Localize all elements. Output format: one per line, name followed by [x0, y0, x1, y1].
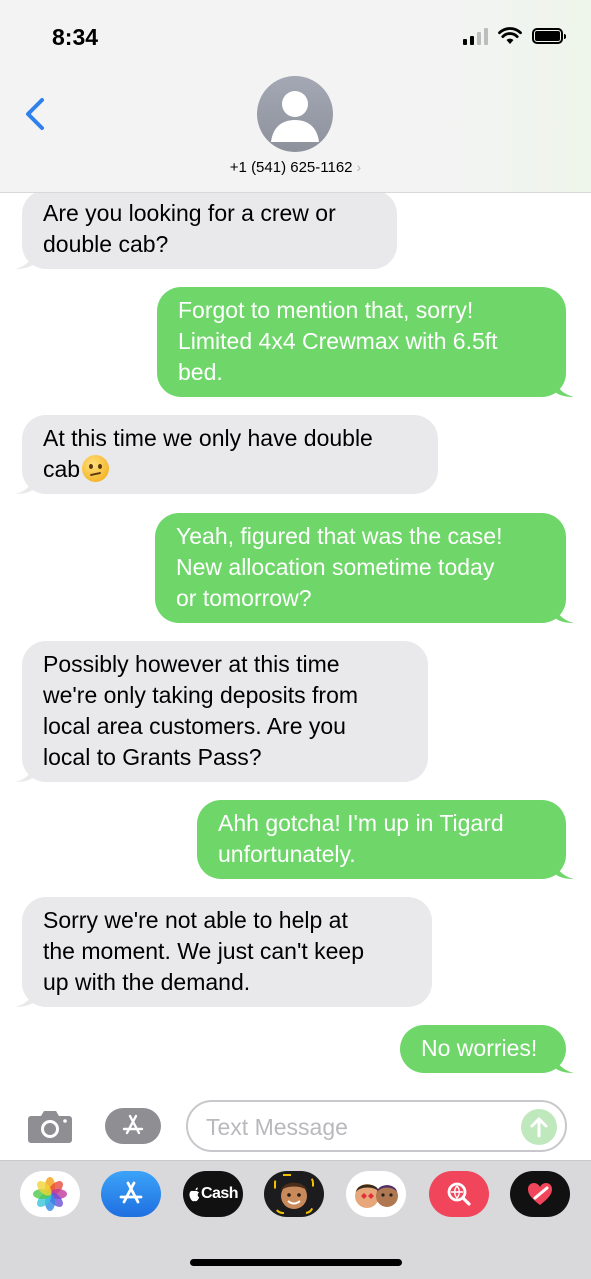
- message-text-line: New allocation sometime today: [176, 554, 495, 580]
- message-text-line: unfortunately.: [218, 841, 356, 867]
- incoming-message-bubble[interactable]: Sorry we're not able to help at the mome…: [15, 897, 432, 1007]
- message-text-line: Possibly however at this time: [43, 651, 340, 677]
- outgoing-message-bubble[interactable]: No worries!: [400, 1025, 574, 1073]
- message-text-line: cab: [43, 454, 416, 485]
- bubble-tail: [554, 377, 574, 397]
- apple-logo-icon: [189, 1187, 200, 1201]
- home-indicator: [190, 1259, 402, 1266]
- cellular-signal-icon: [463, 27, 488, 45]
- chevron-right-icon: ›: [356, 159, 362, 175]
- message-text-line: Ahh gotcha! I'm up in Tigard: [218, 810, 504, 836]
- send-arrow-icon[interactable]: [521, 1109, 557, 1145]
- animoji-app-icon[interactable]: [346, 1171, 406, 1217]
- bubble-tail: [15, 987, 35, 1007]
- app-store-app-icon[interactable]: [101, 1171, 161, 1217]
- text-message-field[interactable]: [186, 1100, 567, 1152]
- conversation-header: 8:34 +1 (541) 625-1162 ›: [0, 0, 591, 193]
- message-text-line: we're only taking deposits from: [43, 682, 359, 708]
- contact-phone-number: +1 (541) 625-1162: [229, 159, 353, 176]
- message-text-line: Sorry we're not able to help at: [43, 907, 348, 933]
- incoming-message-bubble[interactable]: At this time we only have double cab: [15, 415, 438, 494]
- status-time: 8:34: [52, 24, 99, 50]
- bubble-tail: [554, 1053, 574, 1073]
- bubble-tail: [554, 603, 574, 623]
- cash-label: Cash: [200, 1185, 239, 1202]
- outgoing-message-bubble[interactable]: Forgot to mention that, sorry! Limited 4…: [157, 287, 574, 397]
- digital-touch-app-icon[interactable]: [510, 1171, 570, 1217]
- chevron-left-icon[interactable]: [20, 92, 54, 136]
- message-text-line: Forgot to mention that, sorry!: [178, 297, 474, 323]
- photos-app-icon[interactable]: [20, 1171, 80, 1217]
- message-text-fragment: cab: [43, 456, 81, 482]
- status-icons: [463, 27, 566, 45]
- battery-icon: [532, 28, 566, 44]
- bubble-tail: [15, 249, 35, 269]
- apple-cash-app-icon[interactable]: Cash: [183, 1171, 243, 1217]
- app-store-icon[interactable]: [105, 1108, 161, 1144]
- message-text-line: the moment. We just can't keep: [43, 938, 365, 964]
- message-thread[interactable]: Are you looking for a crew or double cab…: [0, 193, 591, 1088]
- message-text-line: or tomorrow?: [176, 585, 312, 611]
- message-text-line: Are you looking for a crew or: [43, 200, 336, 226]
- web-images-search-app-icon[interactable]: [429, 1171, 489, 1217]
- message-text-line: local to Grants Pass?: [43, 744, 262, 770]
- incoming-message-bubble[interactable]: Possibly however at this time we're only…: [15, 641, 428, 782]
- bubble-tail: [554, 859, 574, 879]
- message-text-line: Yeah, figured that was the case!: [176, 523, 503, 549]
- message-text-line: bed.: [178, 359, 223, 385]
- outgoing-message-bubble[interactable]: Ahh gotcha! I'm up in Tigard unfortunate…: [197, 800, 574, 879]
- person-icon: [271, 91, 319, 142]
- incoming-message-bubble[interactable]: Are you looking for a crew or double cab…: [15, 193, 397, 269]
- bubble-tail: [15, 474, 35, 494]
- message-text-line: No worries!: [421, 1035, 538, 1061]
- text-message-input[interactable]: [206, 1110, 506, 1144]
- message-text-line: local area customers. Are you: [43, 713, 346, 739]
- wifi-icon: [498, 27, 522, 44]
- outgoing-message-bubble[interactable]: Yeah, figured that was the case! New all…: [155, 513, 574, 623]
- message-text-line: Limited 4x4 Crewmax with 6.5ft: [178, 328, 498, 354]
- camera-icon[interactable]: [27, 1108, 73, 1144]
- memoji-stickers-app-icon[interactable]: [264, 1171, 324, 1217]
- message-text-line: At this time we only have double: [43, 425, 373, 451]
- message-input-bar: [0, 1088, 591, 1160]
- bubble-tail: [15, 762, 35, 782]
- message-text-line: double cab?: [43, 231, 169, 257]
- contact-avatar[interactable]: [257, 76, 333, 152]
- confused-face-emoji: [82, 455, 110, 482]
- imessage-app-drawer: Cash: [0, 1160, 591, 1279]
- message-text-line: up with the demand.: [43, 969, 251, 995]
- contact-name[interactable]: +1 (541) 625-1162 ›: [0, 159, 591, 176]
